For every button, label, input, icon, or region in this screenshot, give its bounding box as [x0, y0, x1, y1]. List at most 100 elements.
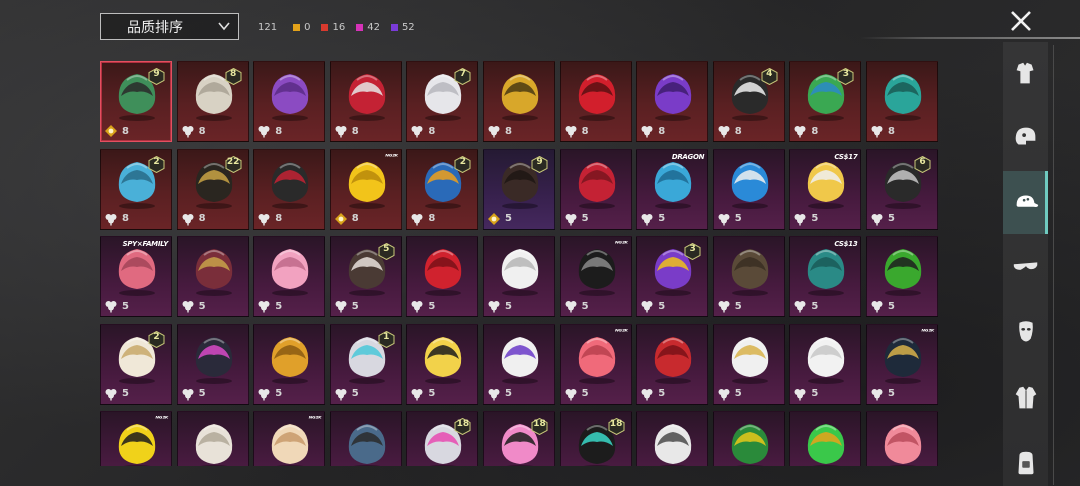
item-count: 5	[104, 299, 129, 313]
item-cell[interactable]: DRAGON 5	[636, 148, 709, 230]
violet-hair-icon	[655, 74, 692, 121]
item-cell[interactable]: 8	[253, 61, 326, 142]
item-cell[interactable]	[636, 411, 709, 466]
item-count-value: 8	[428, 213, 436, 225]
item-cell[interactable]: ᴺᴳ²ᴷ 8	[329, 148, 402, 230]
item-cell[interactable]: 22 8	[176, 148, 249, 230]
item-cell[interactable]: 5	[712, 148, 785, 230]
item-cell[interactable]: 7 8	[406, 61, 479, 142]
clover-icon	[182, 388, 194, 401]
item-cell[interactable]: 18	[559, 411, 632, 466]
item-cell[interactable]	[866, 411, 938, 466]
clover-icon	[411, 213, 423, 226]
item-cell[interactable]: ᴺᴳ²ᴷ	[100, 411, 172, 466]
item-cell[interactable]: 2 8	[406, 148, 479, 230]
item-cell[interactable]: 2 8	[100, 148, 172, 230]
item-cell[interactable]: 8	[483, 61, 555, 142]
sidebar-item-jacket[interactable]	[1003, 366, 1048, 429]
item-cell[interactable]: 5	[176, 236, 249, 318]
item-count-value: 5	[351, 388, 359, 400]
item-cell[interactable]: 8	[866, 61, 938, 142]
item-cell[interactable]	[176, 411, 249, 466]
item-cell[interactable]: 2 5	[100, 323, 172, 405]
level-badge: 2	[459, 156, 467, 167]
item-cell[interactable]: ᴺᴳ²ᴷ 5	[559, 323, 632, 405]
sidebar-item-helmet[interactable]	[1003, 105, 1048, 168]
item-cell[interactable]: 5	[483, 236, 555, 318]
item-cell[interactable]: 9 5	[483, 148, 555, 230]
item-cell[interactable]: 8	[253, 148, 326, 230]
clover-icon	[641, 213, 653, 226]
goggles-frog-icon	[808, 424, 845, 466]
item-cell[interactable]: 5	[406, 323, 479, 405]
item-count-value: 8	[198, 213, 206, 225]
item-count-value: 5	[811, 388, 819, 400]
level-badge: 9	[153, 69, 160, 79]
item-cell[interactable]: 5	[559, 148, 632, 230]
item-cell[interactable]: ᴺᴳ²ᴷ 5	[559, 236, 632, 318]
item-cell[interactable]: 18	[406, 411, 479, 466]
item-cell[interactable]: 18	[483, 411, 555, 466]
fox-head-icon	[272, 424, 309, 466]
item-cell[interactable]: SPY×FAMILY 5	[100, 236, 172, 318]
item-cell[interactable]: 6 5	[866, 148, 938, 230]
item-count: 5	[640, 387, 665, 401]
sidebar-item-cap[interactable]	[1003, 171, 1048, 234]
level-badge: 8	[229, 69, 237, 79]
item-count: 5	[870, 387, 895, 401]
red-curls-icon	[655, 336, 692, 384]
item-cell[interactable]: 5	[483, 323, 555, 405]
item-count-value: 8	[581, 125, 589, 137]
pink-tank-icon	[884, 424, 922, 466]
item-cell[interactable]: 5 5	[329, 236, 402, 318]
item-cell[interactable]: 5	[406, 236, 479, 318]
item-cell[interactable]: ᴺᴳ²ᴷ 5	[866, 323, 938, 405]
item-count-value: 5	[122, 300, 129, 312]
tv-head-icon	[348, 424, 385, 466]
item-cell[interactable]: 8	[636, 61, 709, 142]
item-cell[interactable]: 5	[712, 323, 785, 405]
item-cell[interactable]: 4 8	[712, 61, 785, 142]
sidebar-item-backpack[interactable]	[1003, 431, 1048, 486]
level-badge: 1	[383, 331, 390, 342]
item-cell[interactable]: 5	[253, 236, 326, 318]
sidebar-item-sunglasses[interactable]	[1003, 236, 1048, 299]
item-cell[interactable]: 3 8	[789, 61, 862, 142]
item-cell[interactable]: 8	[559, 61, 632, 142]
item-cell[interactable]: 9 8	[100, 61, 172, 142]
item-cell[interactable]: 5	[176, 323, 249, 405]
item-cell[interactable]: 3 5	[636, 236, 709, 318]
item-count-value: 8	[888, 125, 895, 137]
item-cell[interactable]: CS$17 5	[789, 148, 862, 230]
level-badge: 18	[456, 419, 470, 430]
top-bar: 品质排序 121 0 16 42 52	[0, 0, 1080, 55]
close-icon[interactable]	[1006, 6, 1036, 36]
clover-icon	[105, 388, 117, 401]
sidebar-divider	[1053, 45, 1054, 485]
item-cell[interactable]	[712, 411, 785, 466]
item-cell[interactable]: CS$13 5	[789, 236, 862, 318]
item-count: 5	[410, 387, 435, 401]
item-cell[interactable]: 5	[636, 323, 709, 405]
item-cell[interactable]: 5	[712, 236, 785, 318]
item-cell[interactable]	[789, 411, 862, 466]
item-count-value: 8	[734, 125, 742, 137]
clover-icon	[565, 388, 577, 401]
item-cell[interactable]: 5	[253, 323, 326, 405]
item-cell[interactable]: 5	[866, 236, 938, 318]
brand-tag: ᴺᴳ²ᴷ	[155, 415, 168, 424]
item-cell[interactable]	[329, 411, 402, 466]
item-cell[interactable]: 5	[789, 323, 862, 405]
item-cell[interactable]: 8	[329, 61, 402, 142]
item-cell[interactable]: ᴺᴳ²ᴷ	[253, 411, 326, 466]
sidebar-item-mask[interactable]	[1003, 301, 1048, 364]
sidebar-item-outfit[interactable]	[1003, 42, 1048, 105]
item-cell[interactable]: 8 8	[176, 61, 249, 142]
sort-dropdown[interactable]: 品质排序	[100, 13, 239, 40]
sunglasses-icon	[1013, 261, 1037, 270]
item-count: 5	[870, 212, 895, 226]
item-count: 5	[487, 299, 512, 313]
item-cell[interactable]: 1 5	[329, 323, 402, 405]
gold-clover-icon	[334, 212, 347, 225]
item-count-value: 5	[122, 388, 129, 400]
